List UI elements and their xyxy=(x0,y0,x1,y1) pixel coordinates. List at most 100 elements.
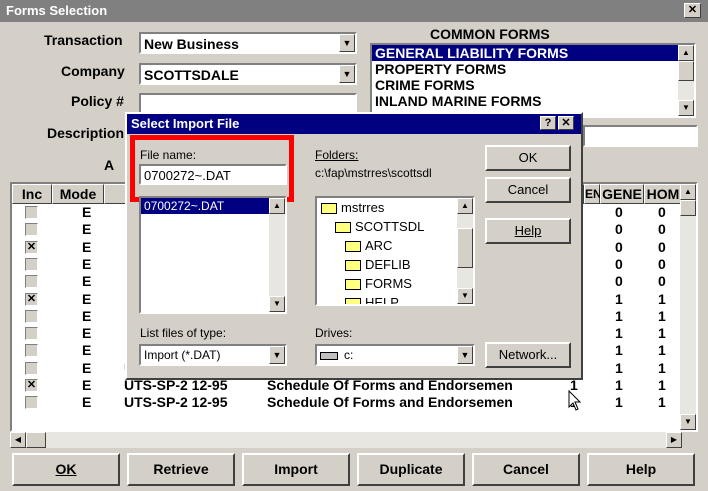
inc-checkbox[interactable] xyxy=(25,257,38,271)
inc-checkbox[interactable] xyxy=(25,275,38,289)
mode-cell: E xyxy=(82,394,92,411)
policy-label: Policy # xyxy=(71,93,124,109)
scroll-right-icon[interactable]: ▶ xyxy=(666,432,682,448)
folder-item[interactable]: ARC xyxy=(317,236,473,255)
chevron-down-icon[interactable]: ▼ xyxy=(339,34,355,52)
drives-label: Drives: xyxy=(315,326,353,340)
gene-cell: 1 xyxy=(615,377,623,393)
list-type-dropdown[interactable]: Import (*.DAT) ▼ xyxy=(139,344,287,366)
mode-cell: E xyxy=(82,377,92,393)
hom-header[interactable]: HOM xyxy=(644,184,682,204)
inc-checkbox[interactable]: ✕ xyxy=(25,379,38,392)
folders-path: c:\fap\mstrres\scottsdl xyxy=(315,166,432,180)
folders-scrollbar[interactable]: ▲ ▼ xyxy=(457,198,473,304)
inc-checkbox[interactable] xyxy=(25,344,38,358)
folders-tree[interactable]: mstrres SCOTTSDL ARC DEFLIB FORMS HELP ▲… xyxy=(315,196,475,306)
import-button[interactable]: Import xyxy=(242,453,350,486)
file-list-item[interactable]: 0700272~.DAT xyxy=(141,198,285,214)
highlight-box xyxy=(130,135,294,202)
en-header[interactable]: EN xyxy=(584,184,602,204)
folder-item[interactable]: HELP xyxy=(317,293,473,304)
inc-checkbox[interactable] xyxy=(25,309,38,323)
scroll-left-icon[interactable]: ◀ xyxy=(10,432,26,448)
scroll-thumb[interactable] xyxy=(457,228,473,268)
file-list-scrollbar[interactable]: ▲ ▼ xyxy=(269,198,285,312)
inc-checkbox[interactable] xyxy=(25,223,38,237)
transaction-value: New Business xyxy=(144,36,239,52)
grid-hscrollbar[interactable]: ◀ ▶ xyxy=(10,432,682,448)
close-window-button[interactable]: ✕ xyxy=(684,3,701,18)
scroll-down-icon[interactable]: ▼ xyxy=(269,296,285,312)
help-button[interactable]: Help xyxy=(587,453,695,486)
list-item[interactable]: PROPERTY FORMS xyxy=(372,61,694,77)
folder-item[interactable]: DEFLIB xyxy=(317,255,473,274)
inc-header[interactable]: Inc xyxy=(12,184,52,204)
ok-button[interactable]: OK xyxy=(12,453,120,486)
folder-item[interactable]: mstrres xyxy=(317,198,473,217)
transaction-label: Transaction xyxy=(44,32,123,48)
mode-cell: E xyxy=(82,307,92,324)
drives-dropdown[interactable]: c: ▼ xyxy=(315,344,475,366)
mode-cell: E xyxy=(82,359,92,376)
file-list[interactable]: 0700272~.DAT ▲ ▼ xyxy=(139,196,287,314)
dialog-cancel-button[interactable]: Cancel xyxy=(485,177,571,203)
list-item[interactable]: INLAND MARINE FORMS xyxy=(372,93,694,109)
hscroll-thumb[interactable] xyxy=(26,432,46,448)
folder-icon xyxy=(345,241,361,253)
scroll-up-icon[interactable]: ▲ xyxy=(457,198,473,214)
scroll-thumb[interactable] xyxy=(678,61,694,81)
dialog-help-button[interactable]: Help xyxy=(485,218,571,244)
description-input[interactable] xyxy=(583,125,698,147)
hom-cell: 0 xyxy=(658,221,666,238)
chevron-down-icon[interactable]: ▼ xyxy=(339,65,355,83)
gene-cell: 1 xyxy=(615,359,623,376)
inc-checkbox[interactable] xyxy=(25,206,38,219)
retrieve-button[interactable]: Retrieve xyxy=(127,453,235,486)
mode-header[interactable]: Mode xyxy=(52,184,104,204)
mode-cell: E xyxy=(82,221,92,238)
gene-header[interactable]: GENE xyxy=(600,184,644,204)
hom-cell: 1 xyxy=(658,290,666,307)
inc-checkbox[interactable]: ✕ xyxy=(25,292,38,306)
inc-checkbox[interactable] xyxy=(25,327,38,341)
grid-scrollbar[interactable]: ▲ ▼ xyxy=(680,184,696,430)
duplicate-button[interactable]: Duplicate xyxy=(357,453,465,486)
transaction-dropdown[interactable]: New Business ▼ xyxy=(139,32,357,54)
list-type-label: List files of type: xyxy=(140,326,227,340)
cancel-button[interactable]: Cancel xyxy=(472,453,580,486)
a-label: A xyxy=(104,157,115,173)
chevron-down-icon[interactable]: ▼ xyxy=(457,346,473,364)
close-icon[interactable]: ✕ xyxy=(558,116,574,130)
inc-checkbox[interactable]: ✕ xyxy=(25,240,38,254)
scroll-down-icon[interactable]: ▼ xyxy=(680,414,696,430)
inc-checkbox[interactable] xyxy=(25,361,38,375)
dialog-ok-button[interactable]: OK xyxy=(485,145,571,171)
gene-cell: 1 xyxy=(615,307,623,324)
mouse-cursor-icon xyxy=(568,390,582,411)
gene-cell: 0 xyxy=(615,221,623,238)
scroll-up-icon[interactable]: ▲ xyxy=(678,45,694,61)
company-value: SCOTTSDALE xyxy=(144,67,239,83)
folder-item[interactable]: SCOTTSDL xyxy=(317,217,473,236)
scroll-up-icon[interactable]: ▲ xyxy=(269,198,285,214)
scroll-down-icon[interactable]: ▼ xyxy=(678,100,694,116)
network-button[interactable]: Network... xyxy=(485,342,571,368)
gene-cell: 1 xyxy=(615,342,623,359)
common-forms-list[interactable]: GENERAL LIABILITY FORMS PROPERTY FORMS C… xyxy=(370,43,696,118)
hom-cell: 0 xyxy=(658,273,666,290)
folder-item[interactable]: FORMS xyxy=(317,274,473,293)
chevron-down-icon[interactable]: ▼ xyxy=(269,346,285,364)
common-forms-scrollbar[interactable]: ▲ ▼ xyxy=(678,45,694,116)
company-dropdown[interactable]: SCOTTSDALE ▼ xyxy=(139,63,357,85)
hom-cell: 0 xyxy=(658,255,666,272)
list-item[interactable]: GENERAL LIABILITY FORMS xyxy=(372,45,694,61)
list-item[interactable]: CRIME FORMS xyxy=(372,77,694,93)
inc-checkbox[interactable] xyxy=(25,396,38,410)
scroll-down-icon[interactable]: ▼ xyxy=(457,288,473,304)
form-number-cell: UTS-SP-2 12-95 xyxy=(124,394,228,411)
scroll-thumb[interactable] xyxy=(680,200,696,216)
window-titlebar: Forms Selection ✕ xyxy=(0,0,708,22)
folder-icon xyxy=(345,279,361,291)
scroll-up-icon[interactable]: ▲ xyxy=(680,184,696,200)
help-icon[interactable]: ? xyxy=(540,116,556,130)
